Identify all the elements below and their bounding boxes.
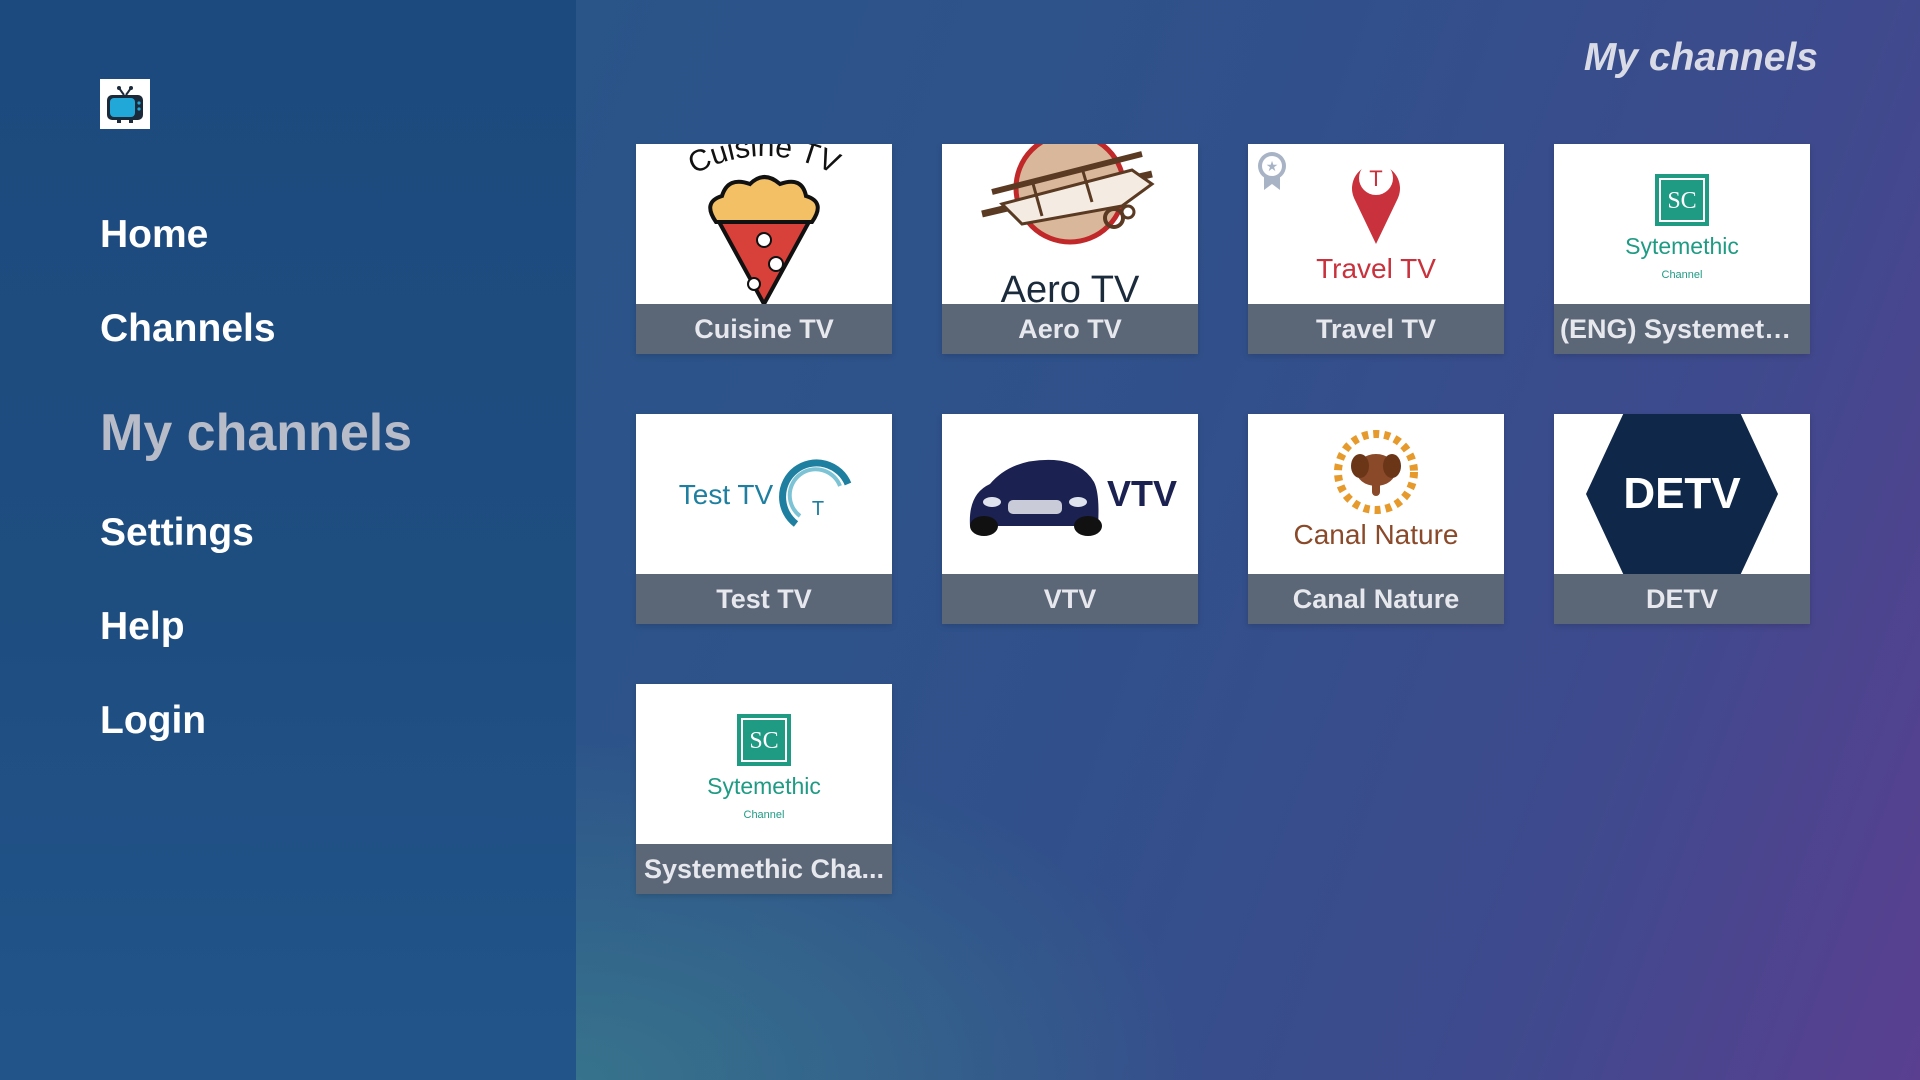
- channel-name: Cuisine TV: [636, 304, 892, 354]
- channel-name: (ENG) Systemethi...: [1554, 304, 1810, 354]
- ice-cream-cone-icon: [708, 175, 820, 304]
- elephant-icon: [1334, 430, 1418, 514]
- channel-name: Systemethic Cha...: [636, 844, 892, 894]
- logo-text: Travel TV: [1316, 253, 1436, 284]
- channel-card-canal-nature[interactable]: Canal Nature Canal Nature: [1248, 414, 1504, 624]
- logo-text: Test TV: [679, 479, 774, 510]
- app-logo[interactable]: [100, 79, 150, 129]
- nav-item-help[interactable]: Help: [100, 605, 185, 649]
- channel-logo: DETV: [1554, 414, 1810, 574]
- channel-logo: ★ T Travel TV: [1248, 144, 1504, 304]
- channel-card-cuisine-tv[interactable]: Cuisine TV Cuisine TV: [636, 144, 892, 354]
- car-icon: [969, 459, 1102, 536]
- channel-card-aero-tv[interactable]: Aero TV Aero TV: [942, 144, 1198, 354]
- logo-text: Aero TV: [1001, 269, 1140, 304]
- logo-text: VTV: [1107, 473, 1177, 514]
- nav-item-my-channels[interactable]: My channels: [100, 403, 412, 463]
- channel-logo: Test TV T: [636, 414, 892, 574]
- logo-text: DETV: [1623, 469, 1741, 518]
- svg-text:T: T: [812, 498, 824, 520]
- nav-item-home[interactable]: Home: [100, 213, 208, 257]
- swirl-icon: T: [779, 459, 852, 527]
- biplane-icon: [981, 144, 1155, 245]
- channel-logo: Aero TV: [942, 144, 1198, 304]
- svg-text:T: T: [1369, 166, 1382, 191]
- channel-logo: SC Sytemethic Channel: [1554, 144, 1810, 304]
- channel-logo: SC Sytemethic Channel: [636, 684, 892, 844]
- nav-item-settings[interactable]: Settings: [100, 511, 254, 555]
- channel-logo: Cuisine TV: [636, 144, 892, 304]
- channel-logo: VTV: [942, 414, 1198, 574]
- channel-card-systemethic-channel[interactable]: SC Sytemethic Channel Systemethic Cha...: [636, 684, 892, 894]
- svg-text:★: ★: [1266, 159, 1279, 175]
- page-title: My channels: [1583, 36, 1818, 79]
- channel-card-eng-systemethic[interactable]: SC Sytemethic Channel (ENG) Systemethi..…: [1554, 144, 1810, 354]
- channel-card-test-tv[interactable]: Test TV T Test TV: [636, 414, 892, 624]
- channel-card-detv[interactable]: DETV DETV: [1554, 414, 1810, 624]
- channel-card-travel-tv[interactable]: ★ T Travel TV Travel TV: [1248, 144, 1504, 354]
- sidebar: Home Channels My channels Settings Help …: [0, 0, 576, 1080]
- channel-name: VTV: [942, 574, 1198, 624]
- award-ribbon-icon: ★: [1258, 152, 1286, 190]
- svg-text:SC: SC: [749, 728, 778, 754]
- sc-square-icon: SC: [1655, 174, 1709, 226]
- logo-text: Sytemethic: [1625, 233, 1739, 259]
- channel-name: Canal Nature: [1248, 574, 1504, 624]
- logo-subtext: Channel: [744, 809, 785, 821]
- channel-name: Travel TV: [1248, 304, 1504, 354]
- logo-text: Canal Nature: [1294, 519, 1459, 550]
- nav-item-login[interactable]: Login: [100, 699, 206, 743]
- channel-name: Test TV: [636, 574, 892, 624]
- svg-text:SC: SC: [1667, 188, 1696, 214]
- map-pin-icon: T: [1352, 161, 1400, 244]
- nav-item-channels[interactable]: Channels: [100, 307, 276, 351]
- channel-name: DETV: [1554, 574, 1810, 624]
- logo-subtext: Channel: [1662, 269, 1703, 281]
- sc-square-icon: SC: [737, 714, 791, 766]
- channel-card-vtv[interactable]: VTV VTV: [942, 414, 1198, 624]
- logo-text: Sytemethic: [707, 773, 821, 799]
- tv-icon: [107, 86, 143, 123]
- channel-name: Aero TV: [942, 304, 1198, 354]
- channel-logo: Canal Nature: [1248, 414, 1504, 574]
